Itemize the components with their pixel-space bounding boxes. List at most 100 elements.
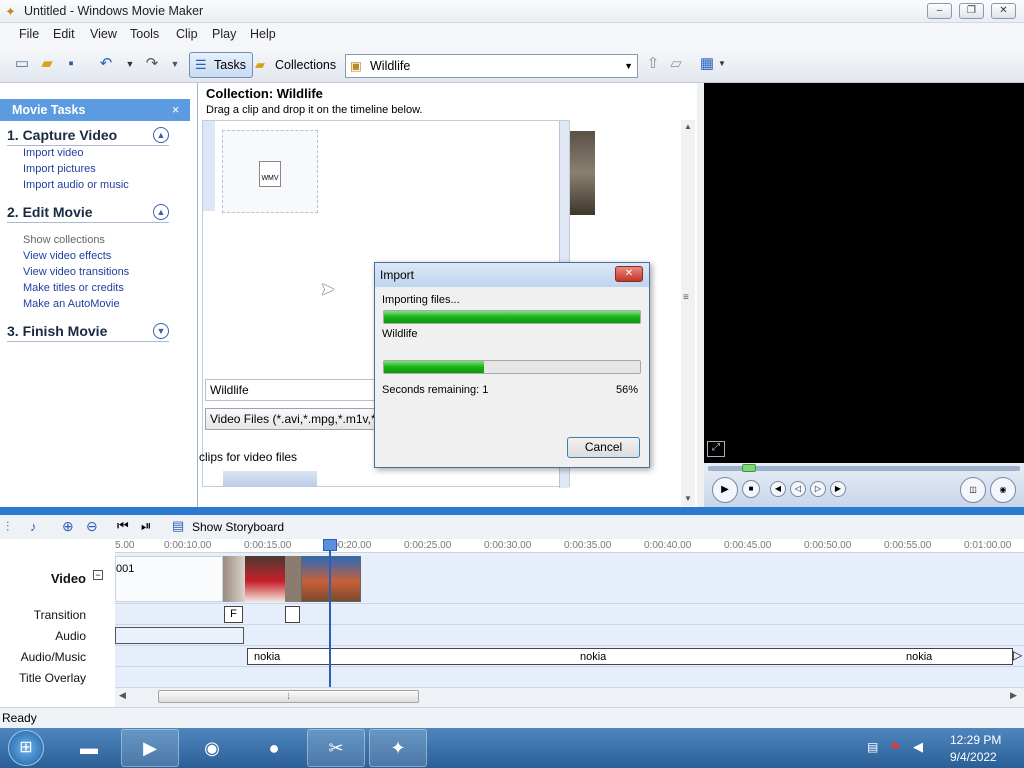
network-icon[interactable]: ▤ [867, 740, 878, 754]
video-track[interactable]: 001 [115, 554, 1024, 604]
menu-help[interactable]: Help [250, 27, 276, 41]
browser-side-scroll[interactable] [203, 121, 215, 211]
playhead[interactable] [323, 539, 337, 687]
import-audio-link[interactable]: Import audio or music [23, 179, 129, 191]
wildlife-clip-thumbnail[interactable] [570, 131, 595, 215]
views-dropdown-icon[interactable]: ▼ [712, 55, 732, 73]
rewind-icon[interactable]: ◁ [790, 481, 806, 497]
audio-clip[interactable] [115, 627, 244, 644]
zoom-out-icon[interactable]: ⊖ [86, 518, 98, 535]
menu-file[interactable]: File [19, 27, 39, 41]
video-clip[interactable] [223, 556, 245, 602]
volume-icon[interactable]: ◀ [913, 739, 923, 755]
rewind-timeline-icon[interactable]: ⏮ [117, 518, 129, 534]
make-automovie-link[interactable]: Make an AutoMovie [23, 298, 120, 310]
audio-track[interactable] [115, 625, 1024, 646]
clip-thumbnail[interactable]: WMV [222, 130, 318, 213]
dialog-close-icon[interactable]: ✕ [615, 266, 643, 282]
collapse-icon[interactable]: ▲ [153, 127, 169, 143]
restore-button[interactable]: ❐ [959, 3, 984, 19]
video-clip[interactable]: 001 [115, 556, 223, 602]
redo-icon[interactable]: ↷ [142, 55, 162, 73]
scroll-right-icon[interactable]: ▶ [1010, 690, 1017, 701]
capture-video-heading[interactable]: 1. Capture Video [7, 127, 117, 143]
explorer-taskbar-icon[interactable]: ▬ [60, 729, 118, 767]
snipping-tool-taskbar-icon[interactable]: ✂ [307, 729, 365, 767]
edit-movie-heading[interactable]: 2. Edit Movie [7, 204, 93, 220]
scroll-thumb[interactable]: ⦙ [158, 690, 419, 703]
open-project-icon[interactable]: ▰ [37, 55, 57, 73]
make-titles-link[interactable]: Make titles or credits [23, 282, 124, 294]
set-audio-levels-icon[interactable]: ⫶ [6, 519, 9, 535]
minimize-button[interactable]: – [927, 3, 952, 19]
undo-icon[interactable]: ↶ [96, 55, 116, 73]
narrate-icon[interactable]: ♪ [30, 519, 37, 534]
audio-music-track[interactable]: nokia nokia nokia ▷ [115, 646, 1024, 667]
previous-frame-icon[interactable]: ◀ [770, 481, 786, 497]
file-name-field[interactable]: Wildlife [205, 379, 377, 401]
movie-maker-taskbar-icon[interactable]: ✦ [369, 729, 427, 767]
close-pane-icon[interactable]: × [172, 99, 179, 121]
new-project-icon[interactable]: ▭ [12, 55, 32, 73]
import-pictures-link[interactable]: Import pictures [23, 163, 96, 175]
cancel-button[interactable]: Cancel [567, 437, 640, 458]
collapse-track-icon[interactable]: − [93, 570, 103, 580]
action-center-flag-icon[interactable]: ⚑ [890, 740, 901, 754]
zoom-in-icon[interactable]: ⊕ [62, 518, 74, 535]
clock-date[interactable]: 9/4/2022 [950, 750, 997, 764]
undo-dropdown-icon[interactable]: ▼ [120, 55, 140, 73]
transition-marker[interactable] [285, 606, 300, 623]
chrome-taskbar-icon[interactable]: ◉ [183, 729, 241, 767]
menu-play[interactable]: Play [212, 27, 236, 41]
collapse-icon[interactable]: ▲ [153, 204, 169, 220]
storyboard-icon[interactable]: ▤ [172, 518, 184, 534]
video-clip[interactable] [301, 556, 361, 602]
collections-button[interactable]: ▰ Collections [250, 52, 343, 78]
menu-view[interactable]: View [90, 27, 117, 41]
title-overlay-track[interactable] [115, 667, 1024, 688]
firefox-taskbar-icon[interactable]: ● [245, 729, 303, 767]
menu-tools[interactable]: Tools [130, 27, 159, 41]
up-level-icon[interactable]: ⇧ [643, 55, 663, 73]
finish-movie-heading[interactable]: 3. Finish Movie [7, 323, 107, 339]
transition-track[interactable]: F [115, 604, 1024, 625]
video-clip[interactable] [285, 556, 301, 602]
play-icon[interactable]: ▶ [712, 477, 738, 503]
import-video-link[interactable]: Import video [23, 147, 84, 159]
media-player-taskbar-icon[interactable]: ▶ [121, 729, 179, 767]
play-timeline-icon[interactable]: ⏯ [141, 518, 151, 534]
start-button-icon[interactable]: ⊞ [8, 730, 44, 766]
forward-icon[interactable]: ▷ [810, 481, 826, 497]
take-picture-icon[interactable]: ◉ [990, 477, 1016, 503]
scroll-down-icon[interactable]: ▼ [684, 494, 692, 503]
detach-monitor-icon[interactable]: ⤢ [707, 441, 725, 457]
collection-select[interactable]: ▣ Wildlife ▼ [345, 54, 638, 78]
timeline-scrollbar[interactable]: ◀ ⦙ ▶ [115, 688, 1024, 705]
scroll-left-icon[interactable]: ◀ [119, 690, 126, 701]
transition-marker[interactable]: F [224, 606, 243, 623]
menu-clip[interactable]: Clip [176, 27, 198, 41]
save-project-icon[interactable]: ▪ [61, 55, 81, 73]
menu-edit[interactable]: Edit [53, 27, 75, 41]
pane-separator[interactable] [0, 507, 1024, 515]
timeline-ruler[interactable]: 5.00 0:00:10.00 0:00:15.00 0:00:20.00 0:… [115, 539, 1024, 553]
view-video-effects-link[interactable]: View video effects [23, 250, 111, 262]
new-collection-folder-icon[interactable]: ▱ [666, 55, 686, 73]
scroll-grip-icon[interactable]: ≡ [683, 292, 689, 303]
chevron-down-icon[interactable]: ▼ [624, 55, 633, 77]
expand-icon[interactable]: ▼ [153, 323, 169, 339]
music-clip[interactable]: nokia nokia nokia [247, 648, 1013, 665]
playhead-handle[interactable] [323, 539, 337, 551]
split-clip-icon[interactable]: ◫ [960, 477, 986, 503]
close-button[interactable]: ✕ [991, 3, 1016, 19]
clock-time[interactable]: 12:29 PM [950, 733, 1001, 747]
collection-scrollbar[interactable]: ▲ ≡ ▼ [681, 120, 695, 506]
redo-dropdown-icon[interactable]: ▼ [165, 55, 185, 73]
seek-thumb[interactable] [742, 464, 756, 472]
stop-icon[interactable]: ■ [742, 480, 760, 498]
show-storyboard-button[interactable]: Show Storyboard [192, 520, 284, 534]
video-clip[interactable] [245, 556, 285, 602]
next-frame-icon[interactable]: ▶ [830, 481, 846, 497]
tasks-button[interactable]: ☰ Tasks [189, 52, 253, 78]
view-video-transitions-link[interactable]: View video transitions [23, 266, 129, 278]
